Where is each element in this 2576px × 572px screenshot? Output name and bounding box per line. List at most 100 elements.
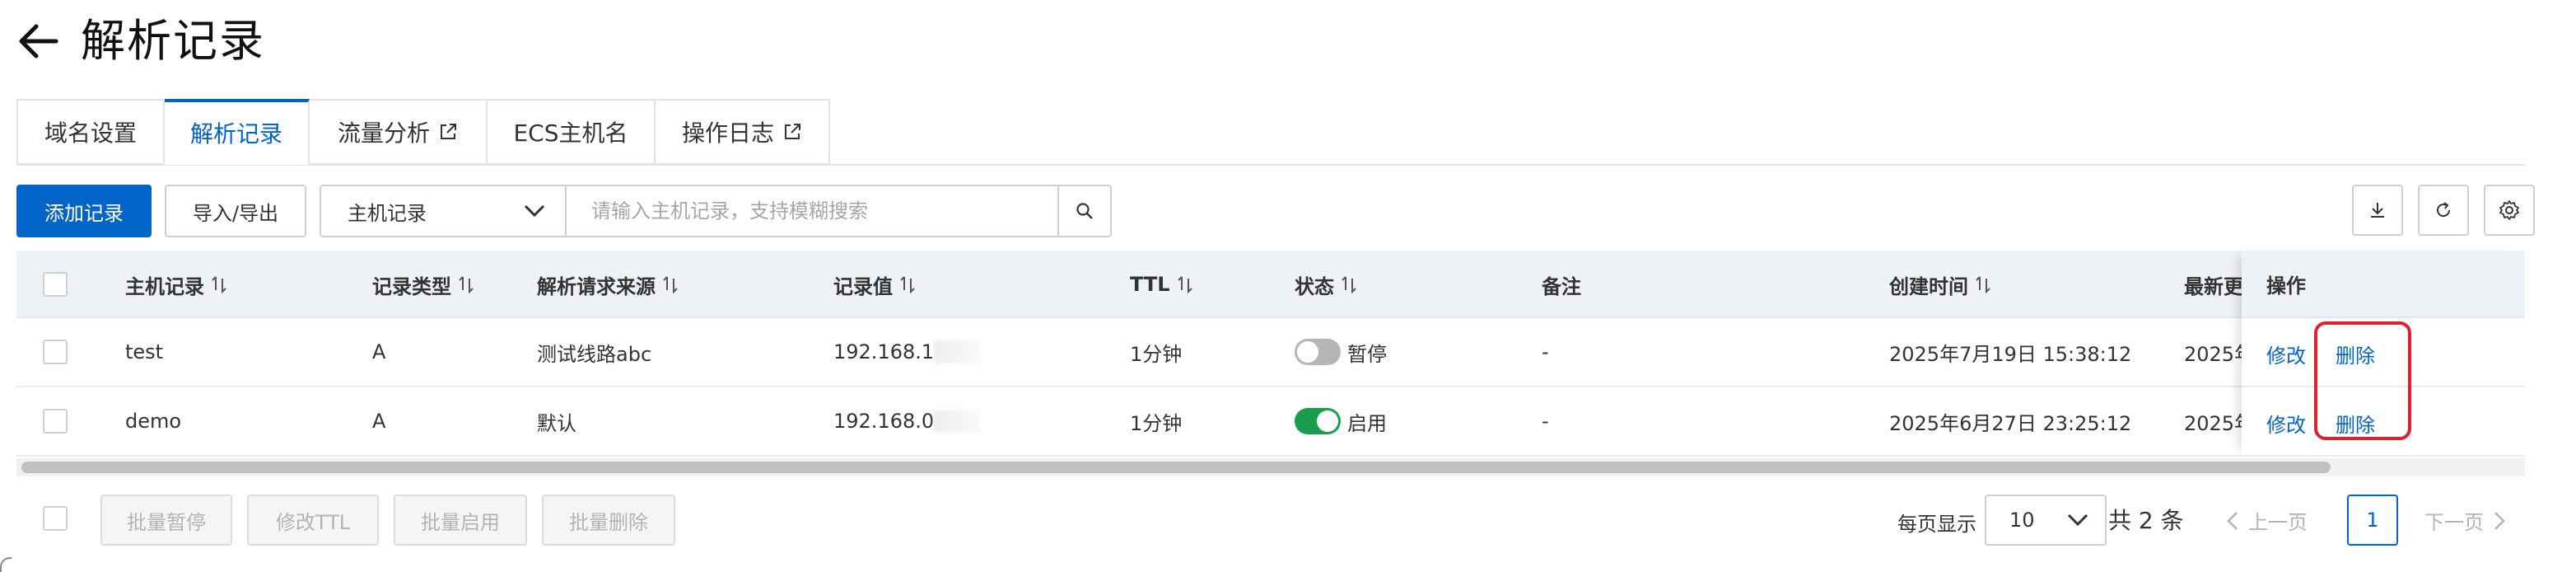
record-value-text: 192.168.0 [833,410,935,433]
column-label: 备注 [1542,274,1581,298]
cell-host: demo [125,410,182,433]
redaction-blur [934,340,982,363]
download-icon [2371,203,2384,218]
select-all-checkbox[interactable] [43,272,68,297]
tab-label: 域名设置 [44,120,137,147]
tab-label: 操作日志 [681,120,774,147]
cell-remark: - [1542,340,1549,363]
column-label: 创建时间 [1889,274,1968,298]
tab-label: 解析记录 [189,120,282,148]
status-toggle[interactable] [1295,408,1341,434]
next-page-button[interactable]: 下一页 [2424,506,2505,535]
search-field-select[interactable]: 主机记录 [320,185,567,237]
cell-created: 2025年6月27日 23:25:12 [1889,411,2132,435]
edit-link[interactable]: 修改 [2266,409,2306,438]
cell-status: 启用 [1295,387,1387,455]
gear-icon [2499,200,2519,220]
column-created[interactable]: 创建时间 [1889,251,1991,318]
sort-icon [1976,276,1990,293]
row-checkbox[interactable] [43,340,68,364]
status-text: 启用 [1347,411,1387,435]
tab-dns-records[interactable]: 解析记录 [165,99,310,165]
cell-updated: 2025年 [2184,411,2243,435]
column-request-source[interactable]: 解析请求来源 [537,251,679,318]
edit-link[interactable]: 修改 [2266,340,2306,368]
search-input[interactable] [567,185,1059,237]
search-button[interactable] [1059,185,1112,237]
sort-icon [1342,276,1356,293]
column-record-type[interactable]: 记录类型 [372,251,474,318]
horizontal-scrollbar-thumb[interactable] [21,462,2331,473]
chevron-left-icon [2227,511,2238,530]
external-link-icon [785,124,800,139]
column-label: 记录类型 [372,274,451,298]
status-text: 暂停 [1347,342,1387,366]
record-value-text: 192.168.1 [833,340,935,363]
total-count: 共 2 条 [2108,507,2184,534]
page-title: 解析记录 [81,15,265,67]
bulk-edit-ttl-button[interactable]: 修改TTL [247,495,379,546]
toggle-knob [1317,410,1338,432]
prev-page-label: 上一页 [2248,511,2308,534]
import-export-button[interactable]: 导入/导出 [165,185,306,237]
cell-remark: - [1542,410,1549,433]
chevron-down-icon [2067,513,2088,527]
settings-button[interactable] [2484,185,2535,236]
column-label: 解析请求来源 [537,274,656,298]
next-page-label: 下一页 [2424,511,2484,534]
sort-icon [1177,276,1192,293]
cell-host: test [125,340,164,363]
cell-value: 192.168.0 [833,387,982,455]
column-label: 状态 [1295,274,1334,298]
chevron-down-icon [524,204,545,218]
cell-ttl: 1分钟 [1130,411,1183,435]
bulk-enable-button[interactable]: 批量启用 [394,495,527,546]
tab-bar: 域名设置 解析记录 流量分析 ECS主机名 操作日志 [16,99,830,165]
prev-page-button[interactable]: 上一页 [2227,506,2308,535]
window-corner-mark [0,557,12,572]
table-row: test A 测试线路abc 192.168.1 1分钟 暂停 - 2025年7… [16,318,2525,387]
column-host[interactable]: 主机记录 [125,251,227,318]
column-status[interactable]: 状态 [1295,251,1357,318]
search-field-value: 主机记录 [348,201,427,225]
footer-select-all-checkbox[interactable] [43,506,68,531]
bulk-pause-button[interactable]: 批量暂停 [100,495,232,546]
tab-ecs-hostname[interactable]: ECS主机名 [488,99,656,165]
tab-label: ECS主机名 [513,120,628,147]
cell-ttl: 1分钟 [1130,342,1183,366]
tab-traffic-analysis[interactable]: 流量分析 [310,99,488,165]
per-page-label: 每页显示 [1897,513,1976,536]
column-label: 主机记录 [125,274,204,298]
bulk-delete-button[interactable]: 批量删除 [542,495,675,546]
download-button[interactable] [2352,185,2403,236]
tab-domain-settings[interactable]: 域名设置 [16,99,165,165]
cell-created: 2025年7月19日 15:38:12 [1889,342,2132,366]
page-size-value: 10 [2009,509,2035,532]
page-number-current[interactable]: 1 [2347,495,2398,546]
page-size-select[interactable]: 10 [1985,495,2107,546]
cell-type: A [372,410,386,433]
column-remark: 备注 [1542,251,1581,318]
add-record-button[interactable]: 添加记录 [16,185,152,237]
column-label: TTL [1130,273,1170,296]
cell-value: 192.168.1 [833,318,982,386]
arrow-left-icon[interactable] [15,18,61,64]
select-all-checkbox-cell [43,251,68,318]
toggle-knob [1297,341,1318,363]
column-updated[interactable]: 最新更 [2184,251,2243,318]
column-label: 记录值 [833,274,893,298]
row-checkbox[interactable] [43,409,68,434]
tab-operation-log[interactable]: 操作日志 [656,99,830,165]
status-toggle[interactable] [1295,339,1341,365]
table-row: demo A 默认 192.168.0 1分钟 启用 - 2025年6月27日 … [16,387,2525,457]
external-link-icon [441,124,456,139]
column-record-value[interactable]: 记录值 [833,251,916,318]
refresh-button[interactable] [2418,185,2469,236]
column-ttl[interactable]: TTL [1130,251,1193,318]
chevron-right-icon [2494,511,2505,530]
cell-type: A [372,340,386,363]
refresh-icon [2437,202,2451,218]
cell-updated: 2025年 [2184,342,2243,366]
highlight-annotation [2314,321,2411,440]
table-header: 主机记录 记录类型 解析请求来源 记录值 TTL 状态 备注 创建时间 最新更 [16,251,2525,318]
